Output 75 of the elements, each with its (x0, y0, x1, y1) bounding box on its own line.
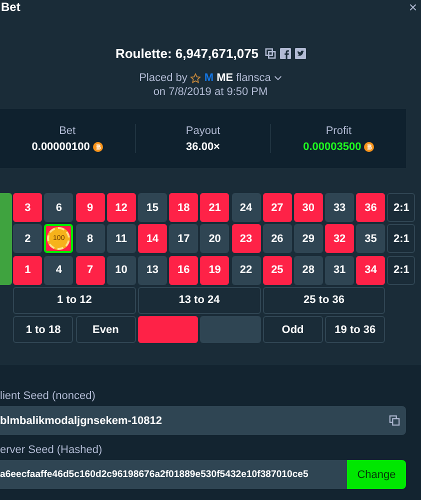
number-cell[interactable]: 2 (13, 224, 42, 254)
username[interactable]: flansca (236, 72, 271, 84)
modal-title: Bet (1, 0, 20, 14)
number-cell[interactable]: 34 (356, 256, 386, 285)
dozen-bet[interactable]: 25 to 36 (262, 286, 386, 314)
zero-cell[interactable] (0, 193, 12, 285)
outside-bet[interactable]: Even (76, 316, 136, 344)
stat-label: Bet (59, 124, 76, 136)
number-cell[interactable]: 7 (76, 256, 105, 285)
number-cell[interactable]: 26 (262, 224, 292, 254)
dozen-bet[interactable]: 13 to 24 (138, 286, 260, 314)
copy-icon[interactable] (264, 48, 276, 58)
number-cell[interactable]: 4 (44, 256, 74, 285)
bet-title: Roulette: 6,947,671,075 (115, 46, 259, 60)
number-cell[interactable]: 9 (76, 193, 105, 222)
seed-field[interactable]: a6eecfaaffe46d5c160d2c96198676a2f01889e530f5432e10f387010ce5 (0, 460, 347, 490)
number-cell[interactable]: 28 (294, 256, 323, 285)
chevron-down-icon[interactable] (274, 75, 282, 81)
seed-field[interactable]: blmbalikmodaljgnsekem-10812 (0, 406, 406, 436)
number-cell[interactable]: 30 (294, 193, 323, 222)
coin-icon (92, 142, 103, 152)
stat-value: 0.00003500 (303, 140, 362, 152)
number-cell[interactable]: 29 (294, 224, 323, 254)
number-cell[interactable]: 15 (138, 193, 167, 222)
user-rank: M (204, 72, 214, 84)
number-cell[interactable]: 20 (200, 224, 230, 254)
column-bet[interactable]: 2:1 (387, 193, 416, 222)
vip-label: ME (216, 72, 234, 84)
stat-label: Profit (326, 124, 352, 136)
placed-by-label: Placed by (139, 72, 188, 84)
stat-label: Payout (186, 124, 220, 136)
number-cell[interactable]: 3 (13, 193, 42, 222)
number-cell[interactable]: 16 (169, 256, 198, 285)
number-cell[interactable]: 10 (106, 256, 136, 285)
number-cell[interactable]: 18 (169, 193, 198, 222)
number-cell[interactable]: 27 (262, 193, 292, 222)
color-bet[interactable] (138, 316, 198, 344)
copy-icon[interactable] (389, 415, 400, 426)
number-cell[interactable]: 8 (76, 224, 105, 254)
stat-value: 36.00× (186, 140, 220, 152)
star-icon (190, 72, 202, 84)
number-cell[interactable]: 11 (106, 224, 136, 254)
number-cell[interactable]: 6 (44, 193, 74, 222)
facebook-icon[interactable] (280, 48, 291, 58)
change-button[interactable]: Change (347, 460, 406, 490)
number-cell[interactable]: 31 (325, 256, 354, 285)
number-cell[interactable]: 24 (232, 193, 260, 222)
coin-icon (364, 142, 374, 152)
bet-date: on 7/8/2019 at 9:50 PM (152, 86, 269, 98)
close-button[interactable]: × (408, 0, 417, 14)
number-cell[interactable]: 17 (169, 224, 198, 254)
number-cell[interactable]: 1 (13, 256, 42, 285)
number-cell[interactable]: 23 (232, 224, 260, 254)
outside-bet[interactable]: Odd (262, 316, 323, 344)
number-cell[interactable]: 14 (138, 224, 167, 254)
dozen-bet[interactable]: 1 to 12 (13, 286, 136, 314)
color-bet[interactable] (200, 316, 260, 344)
seed-label: erver Seed (Hashed) (0, 444, 104, 456)
number-cell[interactable]: 13 (138, 256, 167, 285)
column-bet[interactable]: 2:1 (387, 224, 416, 254)
number-cell[interactable]: 35 (356, 224, 386, 254)
outside-bet[interactable]: 19 to 36 (325, 316, 386, 344)
number-cell[interactable]: 12 (106, 193, 136, 222)
number-cell[interactable]: 19 (200, 256, 230, 285)
stat-value: 0.00000100 (32, 140, 90, 152)
twitter-icon[interactable] (294, 48, 306, 58)
number-cell[interactable]: 22 (232, 256, 260, 285)
outside-bet[interactable]: 1 to 18 (13, 316, 74, 344)
seed-label: lient Seed (nonced) (0, 390, 96, 402)
column-bet[interactable]: 2:1 (387, 256, 416, 285)
number-cell[interactable]: 32 (325, 224, 354, 254)
number-cell[interactable]: 21 (200, 193, 230, 222)
number-cell[interactable]: 36 (356, 193, 386, 222)
number-cell[interactable]: 25 (262, 256, 292, 285)
number-cell[interactable]: 33 (325, 193, 354, 222)
